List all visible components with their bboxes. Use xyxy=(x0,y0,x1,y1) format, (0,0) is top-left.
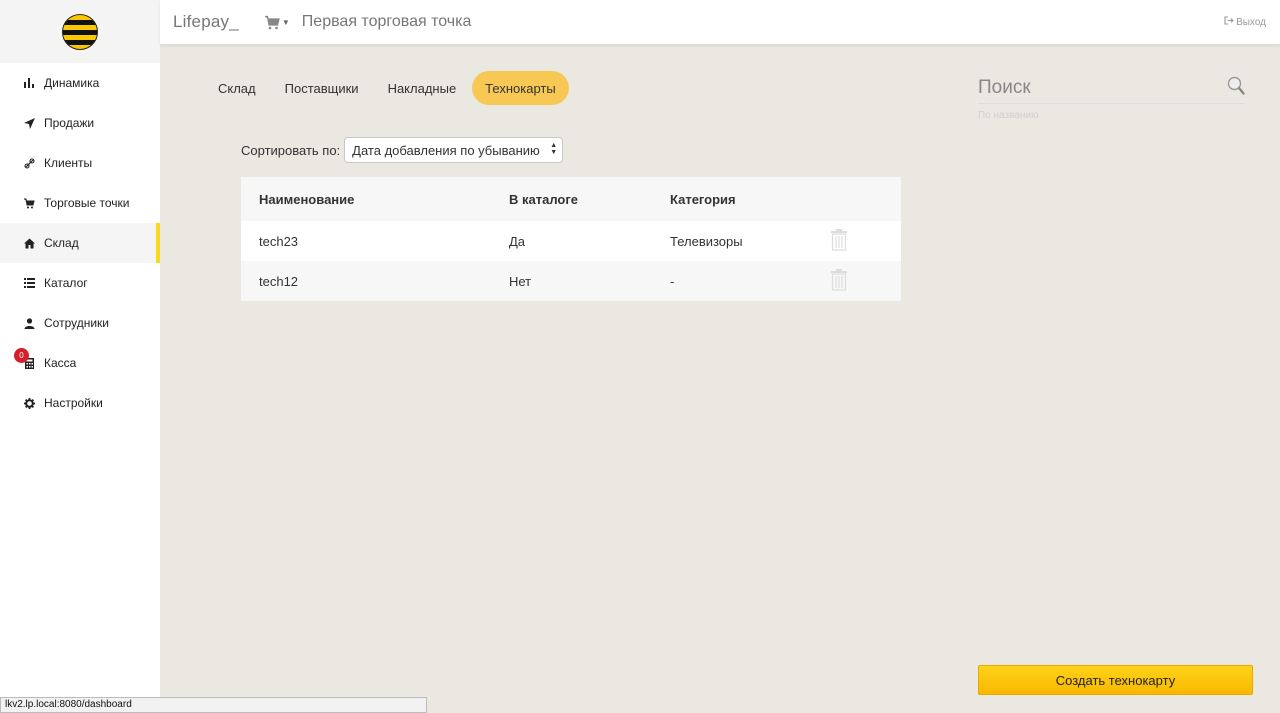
sort-selected-value: Дата добавления по убыванию xyxy=(352,142,540,158)
techcards-table: Наименование В каталоге Категория tech23… xyxy=(241,177,901,301)
sidebar-item-label: Сотрудники xyxy=(44,316,109,330)
trash-icon[interactable] xyxy=(830,228,848,254)
link-icon xyxy=(22,157,36,169)
sidebar-item-label: Динамика xyxy=(44,76,100,90)
sidebar-item-catalog[interactable]: Каталог xyxy=(0,263,160,303)
send-icon xyxy=(22,117,36,129)
sidebar-item-label: Продажи xyxy=(44,116,95,130)
sidebar-item-stores[interactable]: Торговые точки xyxy=(0,183,160,223)
sidebar-item-dynamics[interactable]: Динамика xyxy=(0,63,160,103)
sort-control: Сортировать по: Дата добавления по убыва… xyxy=(241,137,564,163)
sidebar: Динамика Продажи Клиенты Торговые точки … xyxy=(0,0,160,713)
sidebar-item-cashbox[interactable]: 0 Касса xyxy=(0,343,160,383)
cart-icon xyxy=(264,15,280,30)
sort-select[interactable]: Дата добавления по убыванию ▲ ▼ xyxy=(344,137,564,163)
cell-actions xyxy=(830,268,901,294)
cart-icon xyxy=(22,198,36,209)
column-header-name[interactable]: Наименование xyxy=(241,192,509,207)
select-arrows-icon: ▲ ▼ xyxy=(550,142,558,156)
sort-label: Сортировать по: xyxy=(241,142,341,158)
tab-techcards[interactable]: Технокарты xyxy=(472,71,569,105)
cell-category: Телевизоры xyxy=(670,233,743,249)
search-row xyxy=(978,73,1245,104)
sidebar-item-label: Торговые точки xyxy=(44,196,130,210)
logout-button[interactable]: Выход xyxy=(1224,16,1266,28)
logout-label: Выход xyxy=(1236,16,1266,28)
chevron-down-icon: ▼ xyxy=(281,17,290,27)
gear-icon xyxy=(22,397,36,409)
sidebar-item-clients[interactable]: Клиенты xyxy=(0,143,160,183)
cell-in-catalog: Да xyxy=(509,233,526,249)
brand-title: Lifepay_ xyxy=(173,12,239,31)
column-header-category[interactable]: Категория xyxy=(670,192,830,207)
create-techcard-button[interactable]: Создать технокарту xyxy=(978,665,1253,695)
sidebar-item-warehouse[interactable]: Склад xyxy=(0,223,160,263)
warehouse-tabs: Склад Поставщики Накладные Технокарты xyxy=(205,71,572,105)
sidebar-item-settings[interactable]: Настройки xyxy=(0,383,160,423)
cell-actions xyxy=(830,228,901,254)
search-input[interactable] xyxy=(978,77,1198,99)
table-header-row: Наименование В каталоге Категория xyxy=(241,177,901,221)
user-icon xyxy=(22,317,36,329)
logout-icon xyxy=(1224,16,1234,28)
table-row[interactable]: tech12 Нет - xyxy=(241,261,901,301)
topbar: Lifepay_ ▼ Первая торговая точка Выход xyxy=(160,0,1280,45)
sidebar-item-label: Каталог xyxy=(44,276,88,290)
sidebar-item-label: Клиенты xyxy=(44,156,93,170)
search-hint: По названию xyxy=(978,110,1039,121)
tab-invoices[interactable]: Накладные xyxy=(375,71,470,105)
home-icon xyxy=(22,238,36,249)
cell-in-catalog: Нет xyxy=(509,273,532,289)
store-name: Первая торговая точка xyxy=(301,13,472,30)
table-row[interactable]: tech23 Да Телевизоры xyxy=(241,221,901,261)
search-icon[interactable] xyxy=(1227,76,1245,100)
tab-warehouse[interactable]: Склад xyxy=(205,71,269,105)
sidebar-item-label: Склад xyxy=(44,236,79,250)
column-header-in-catalog[interactable]: В каталоге xyxy=(509,192,670,207)
notification-badge: 0 xyxy=(14,348,29,363)
trash-icon[interactable] xyxy=(830,268,848,294)
logo-area xyxy=(0,0,160,63)
list-icon xyxy=(22,278,36,288)
sidebar-item-sales[interactable]: Продажи xyxy=(0,103,160,143)
cell-name: tech12 xyxy=(259,273,299,289)
browser-status-url: lkv2.lp.local:8080/dashboard xyxy=(0,697,427,713)
tab-suppliers[interactable]: Поставщики xyxy=(272,71,372,105)
store-switcher[interactable]: ▼ xyxy=(264,15,290,30)
cell-category: - xyxy=(670,273,675,289)
cell-name: tech23 xyxy=(259,233,299,249)
sidebar-nav: Динамика Продажи Клиенты Торговые точки … xyxy=(0,63,160,423)
beeline-logo[interactable] xyxy=(62,13,98,50)
search-panel: По названию xyxy=(978,73,1245,121)
sidebar-item-employees[interactable]: Сотрудники xyxy=(0,303,160,343)
sidebar-item-label: Настройки xyxy=(44,396,103,410)
sidebar-item-label: Касса xyxy=(44,356,77,370)
bar-chart-icon xyxy=(22,78,36,88)
